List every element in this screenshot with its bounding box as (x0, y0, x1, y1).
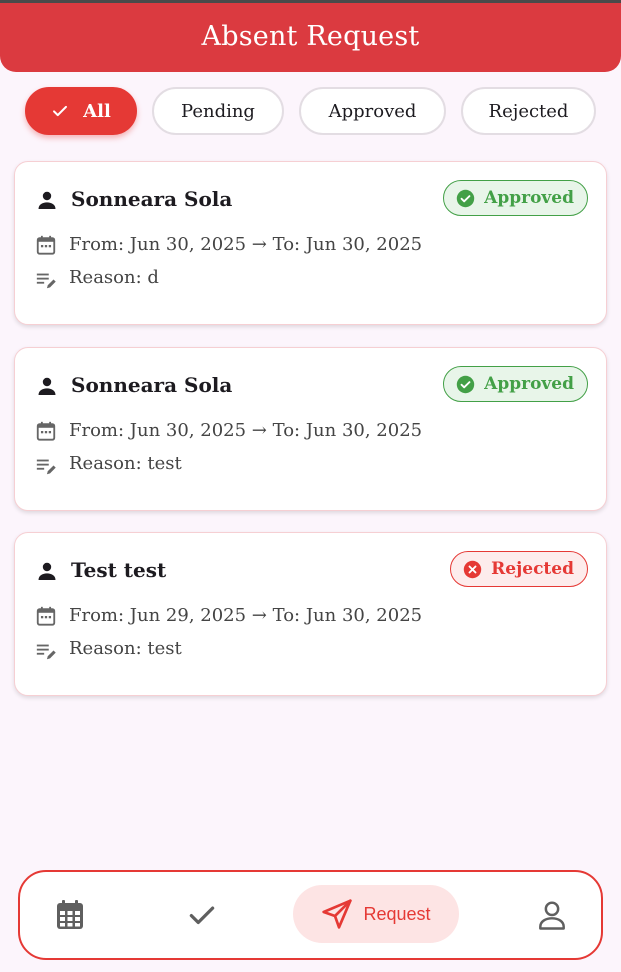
date-range: From: Jun 30, 2025 → To: Jun 30, 2025 (69, 420, 423, 441)
reason-text: Reason: d (69, 267, 159, 288)
reason-text: Reason: test (69, 453, 182, 474)
nav-approvals[interactable] (174, 889, 230, 941)
notes-icon (36, 459, 56, 475)
request-card[interactable]: Test test Rejected From: Jun 29, 2025 → … (14, 532, 607, 696)
status-label: Rejected (491, 559, 574, 579)
check-circle-icon (456, 189, 475, 207)
requester-name: Sonneara Sola (71, 373, 233, 397)
requester-name: Test test (71, 558, 167, 582)
request-card[interactable]: Sonneara Sola Approved From: Jun 30, 202… (14, 347, 607, 511)
page-title: Absent Request (201, 21, 420, 52)
filter-chip-approved[interactable]: Approved (299, 87, 446, 135)
reason-text: Reason: test (69, 638, 182, 659)
check-icon (189, 906, 215, 925)
nav-request-label: Request (363, 903, 431, 924)
status-label: Approved (484, 374, 574, 394)
filter-chip-label: All (83, 100, 111, 122)
date-range: From: Jun 29, 2025 → To: Jun 30, 2025 (69, 605, 423, 626)
nav-calendar[interactable] (42, 889, 98, 941)
bottom-navigation: Request (18, 870, 603, 960)
filter-chip-label: Approved (328, 100, 417, 122)
nav-request[interactable]: Request (293, 885, 459, 943)
app-bar: Absent Request (0, 0, 621, 72)
check-circle-icon (456, 375, 475, 393)
status-badge: Rejected (450, 551, 588, 587)
calendar-icon (36, 421, 56, 441)
filter-chip-label: Rejected (488, 100, 569, 122)
status-badge: Approved (443, 366, 588, 402)
calendar-icon (36, 606, 56, 626)
status-label: Approved (484, 188, 574, 208)
nav-profile[interactable] (524, 889, 580, 941)
notes-icon (36, 644, 56, 660)
calendar-icon (57, 900, 83, 929)
filter-chip-rejected[interactable]: Rejected (461, 87, 596, 135)
person-icon (38, 562, 56, 580)
send-icon (322, 899, 353, 929)
request-card[interactable]: Sonneara Sola Approved From: Jun 30, 202… (14, 161, 607, 325)
cancel-circle-icon (463, 560, 482, 578)
calendar-icon (36, 235, 56, 255)
requester-name: Sonneara Sola (71, 187, 233, 211)
filter-chip-pending[interactable]: Pending (152, 87, 284, 135)
profile-icon (539, 901, 565, 930)
person-icon (38, 377, 56, 395)
notes-icon (36, 273, 56, 289)
person-icon (38, 191, 56, 209)
date-range: From: Jun 30, 2025 → To: Jun 30, 2025 (69, 234, 423, 255)
status-badge: Approved (443, 180, 588, 216)
filter-chip-label: Pending (181, 100, 255, 122)
check-icon (53, 105, 68, 117)
filter-chip-all[interactable]: All (25, 87, 137, 135)
